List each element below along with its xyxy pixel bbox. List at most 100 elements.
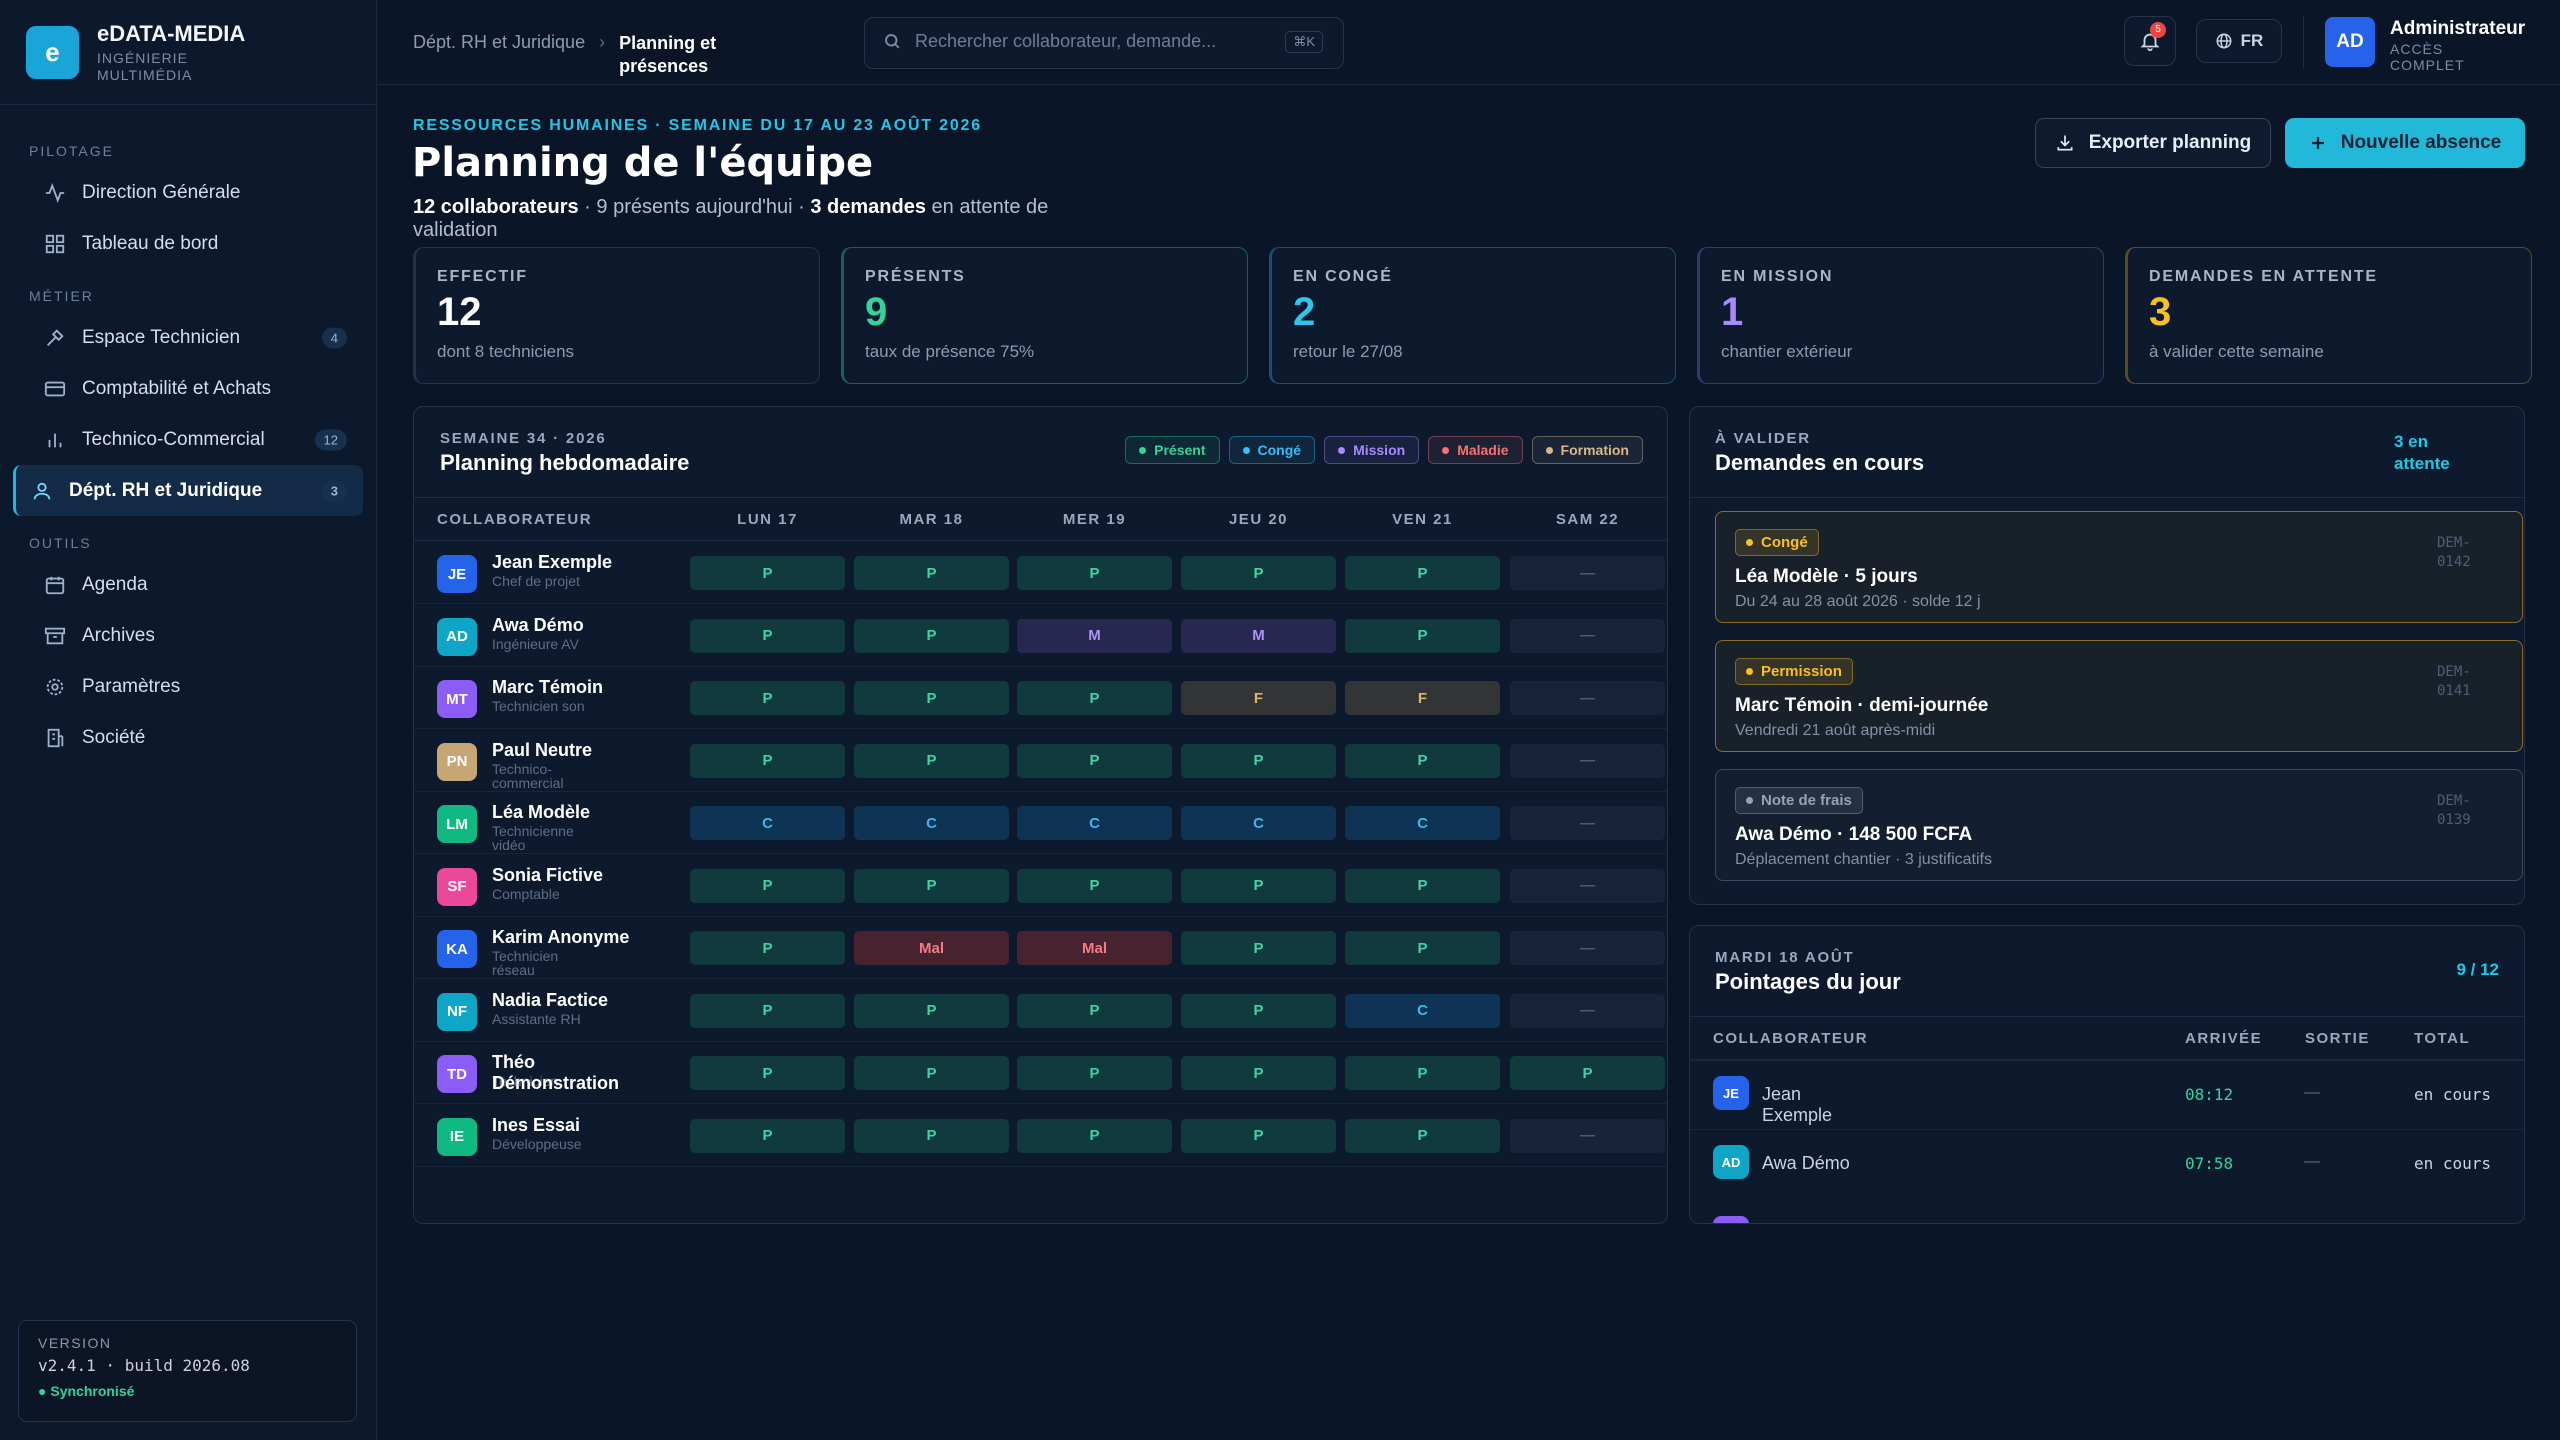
day-cell[interactable]: P <box>1345 618 1500 653</box>
day-cell[interactable]: P <box>690 618 845 653</box>
table-row[interactable]: SF Comptable Sonia Fictive P P P P P — <box>414 855 1667 917</box>
day-cell[interactable]: P <box>690 868 845 903</box>
day-cell[interactable]: — <box>1510 868 1665 903</box>
day-cell[interactable]: P <box>1017 1056 1172 1090</box>
language-selector[interactable]: FR <box>2196 19 2282 63</box>
table-row[interactable]: JE Jean Exemple 08:12 — en cours <box>1690 1060 2524 1129</box>
day-cell[interactable]: — <box>1510 1118 1665 1153</box>
sidebar-item-espace-technicien[interactable]: Espace Technicien 4 <box>13 312 363 363</box>
table-row[interactable]: JE Chef de projet Jean Exemple P P P P P — <box>414 542 1667 604</box>
sidebar-item-tableau-de-bord[interactable]: Tableau de bord <box>13 218 363 269</box>
day-cell[interactable]: P <box>690 743 845 778</box>
day-cell[interactable]: P <box>690 1056 845 1090</box>
day-cell[interactable]: P <box>690 556 845 590</box>
sidebar-item-parametres[interactable]: Paramètres <box>13 661 363 712</box>
day-cell[interactable]: P <box>1181 556 1336 590</box>
sidebar-item-direction-generale[interactable]: Direction Générale <box>13 167 363 218</box>
day-cell[interactable]: P <box>1017 681 1172 715</box>
day-cell[interactable]: C <box>1345 993 1500 1028</box>
brand[interactable]: e eDATA-MEDIA Ingénierie multimédia <box>0 0 376 105</box>
table-row[interactable]: LM Technicienne vidéo Léa Modèle C C C C C — <box>414 792 1667 854</box>
day-cell[interactable]: P <box>854 868 1009 903</box>
day-cell[interactable]: P <box>854 1118 1009 1153</box>
kpi-value: 2 <box>1293 290 1316 334</box>
day-cell[interactable]: Mal <box>1017 931 1172 965</box>
table-row[interactable]: MT Technicien son Marc Témoin P P P F F — <box>414 667 1667 729</box>
table-row[interactable]: KA Technicien réseau Karim Anonyme P Mal Mal P… <box>414 917 1667 979</box>
day-cell[interactable]: — <box>1510 556 1665 590</box>
breadcrumb-parent[interactable]: Dépt. RH et Juridique <box>413 32 585 78</box>
day-cell[interactable]: P <box>1345 1118 1500 1153</box>
day-cell[interactable]: P <box>1181 1056 1336 1090</box>
day-cell[interactable]: Mal <box>854 931 1009 965</box>
table-row[interactable]: IE Développeuse Ines Essai P P P P P — <box>414 1105 1667 1167</box>
day-cell[interactable]: P <box>854 618 1009 653</box>
day-cell[interactable]: — <box>1510 931 1665 965</box>
day-cell[interactable]: P <box>1345 868 1500 903</box>
day-cell[interactable]: P <box>1345 931 1500 965</box>
day-cell[interactable]: P <box>1181 931 1336 965</box>
day-cell[interactable]: P <box>690 931 845 965</box>
day-cell[interactable]: F <box>1181 681 1336 715</box>
day-cell[interactable]: P <box>690 1118 845 1153</box>
day-cell[interactable]: P <box>1017 868 1172 903</box>
request-card[interactable]: Congé Léa Modèle · 5 jours Du 24 au 28 aoû… <box>1715 511 2523 623</box>
table-row[interactable]: PN Technico-commercial Paul Neutre P P P P P — <box>414 730 1667 792</box>
day-cell[interactable]: P <box>1181 1118 1336 1153</box>
day-cell[interactable]: C <box>690 806 845 840</box>
new-absence-button[interactable]: Nouvelle absence <box>2285 118 2525 168</box>
day-cell[interactable]: M <box>1181 618 1336 653</box>
day-cell[interactable]: C <box>1181 806 1336 840</box>
day-cell[interactable]: P <box>690 993 845 1028</box>
day-cell[interactable]: P <box>854 556 1009 590</box>
sidebar-item-comptabilite[interactable]: Comptabilité et Achats <box>13 363 363 414</box>
day-cell[interactable]: — <box>1510 806 1665 840</box>
day-cell[interactable]: P <box>854 1056 1009 1090</box>
table-row[interactable]: TD Technicien Théo Démonstration P P P P P P <box>414 1042 1667 1104</box>
day-cell[interactable]: P <box>1510 1056 1665 1090</box>
sidebar-item-technico-commercial[interactable]: Technico-Commercial 12 <box>13 414 363 465</box>
sidebar-item-agenda[interactable]: Agenda <box>13 559 363 610</box>
day-cell[interactable]: P <box>854 993 1009 1028</box>
sidebar-item-archives[interactable]: Archives <box>13 610 363 661</box>
request-card[interactable]: Permission Marc Témoin · demi-journée Vend… <box>1715 640 2523 752</box>
day-cell[interactable]: P <box>1017 993 1172 1028</box>
day-cell[interactable]: P <box>1017 743 1172 778</box>
day-cell[interactable]: C <box>1017 806 1172 840</box>
day-cell[interactable]: C <box>854 806 1009 840</box>
search-input[interactable]: Rechercher collaborateur, demande... ⌘K <box>864 17 1344 69</box>
request-type-tag: Congé <box>1735 529 1819 556</box>
sidebar-item-rh-juridique[interactable]: Dépt. RH et Juridique 3 <box>13 465 363 516</box>
table-row[interactable]: AD Ingénieure AV Awa Démo P P M M P — <box>414 605 1667 667</box>
day-cell[interactable]: P <box>1017 1118 1172 1153</box>
day-cell[interactable]: P <box>1345 1056 1500 1090</box>
export-planning-button[interactable]: Exporter planning <box>2035 118 2271 168</box>
sidebar-item-societe[interactable]: Société <box>13 712 363 763</box>
day-cell[interactable]: F <box>1345 681 1500 715</box>
collaborator-role: Technicien son <box>492 698 585 714</box>
collaborator-name: Théo Démonstration <box>492 1052 620 1093</box>
request-card[interactable]: Note de frais Awa Démo · 148 500 FCFA Dépl… <box>1715 769 2523 881</box>
day-cell[interactable]: P <box>1181 743 1336 778</box>
day-cell[interactable]: — <box>1510 681 1665 715</box>
day-cell[interactable]: C <box>1345 806 1500 840</box>
notifications-button[interactable]: 5 <box>2124 16 2176 66</box>
column-header: Jeu 20 <box>1228 511 1289 528</box>
day-cell[interactable]: P <box>854 681 1009 715</box>
legend-dot <box>1442 446 1450 454</box>
day-cell[interactable]: — <box>1510 618 1665 653</box>
day-cell[interactable]: P <box>1181 868 1336 903</box>
day-cell[interactable]: — <box>1510 993 1665 1028</box>
day-cell[interactable]: P <box>1345 743 1500 778</box>
day-cell[interactable]: P <box>1181 993 1336 1028</box>
day-cell[interactable]: P <box>854 743 1009 778</box>
day-cell[interactable]: — <box>1510 743 1665 778</box>
day-cell[interactable]: P <box>690 681 845 715</box>
day-cell[interactable]: M <box>1017 618 1172 653</box>
table-row[interactable]: NF Assistante RH Nadia Factice P P P P C — <box>414 980 1667 1042</box>
table-row[interactable]: AD Awa Démo 07:58 — en cours <box>1690 1129 2524 1198</box>
user-menu[interactable]: AD Administrateur Accès complet <box>2325 17 2525 73</box>
day-cell[interactable]: P <box>1017 556 1172 590</box>
day-cell[interactable]: P <box>1345 556 1500 590</box>
requests-count[interactable]: 3 en attente <box>2394 431 2464 475</box>
